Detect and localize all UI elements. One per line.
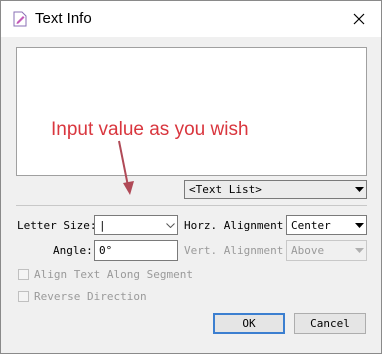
letter-size-select[interactable]: | — [94, 215, 178, 235]
letter-size-value: | — [99, 218, 106, 232]
annotation-arrow-icon — [118, 140, 134, 195]
reverse-direction-checkbox[interactable] — [18, 291, 29, 302]
ok-button[interactable]: OK — [213, 313, 285, 334]
letter-size-label: Letter Size: — [17, 219, 97, 232]
chevron-down-icon — [352, 248, 366, 253]
text-info-dialog: Text Info Input value as you wish <Text … — [0, 0, 382, 354]
document-edit-icon — [13, 11, 27, 27]
angle-input[interactable]: 0° — [94, 240, 178, 261]
cancel-button[interactable]: Cancel — [294, 313, 366, 334]
chevron-down-icon — [163, 222, 177, 228]
text-input-area[interactable] — [16, 47, 367, 176]
close-icon — [353, 13, 365, 25]
vert-alignment-label: Vert. Alignment: — [184, 244, 290, 257]
title-bar: Text Info — [1, 1, 381, 37]
horz-alignment-label: Horz. Alignment: — [184, 219, 290, 232]
text-list-value: <Text List> — [189, 183, 262, 196]
chevron-down-icon — [352, 222, 366, 228]
divider — [16, 205, 367, 206]
text-list-select[interactable]: <Text List> — [184, 180, 367, 199]
reverse-direction-label: Reverse Direction — [34, 290, 147, 303]
align-along-segment-checkbox[interactable] — [18, 269, 29, 280]
horz-alignment-select[interactable]: Center — [286, 215, 367, 235]
vert-alignment-value: Above — [291, 244, 325, 257]
align-along-segment-label: Align Text Along Segment — [34, 268, 193, 281]
annotation-label: Input value as you wish — [51, 119, 249, 140]
angle-label: Angle: — [53, 244, 93, 257]
vert-alignment-select[interactable]: Above — [286, 240, 367, 261]
window-title: Text Info — [35, 10, 92, 27]
horz-alignment-value: Center — [291, 218, 331, 232]
close-button[interactable] — [347, 7, 371, 31]
chevron-down-icon — [352, 187, 366, 192]
